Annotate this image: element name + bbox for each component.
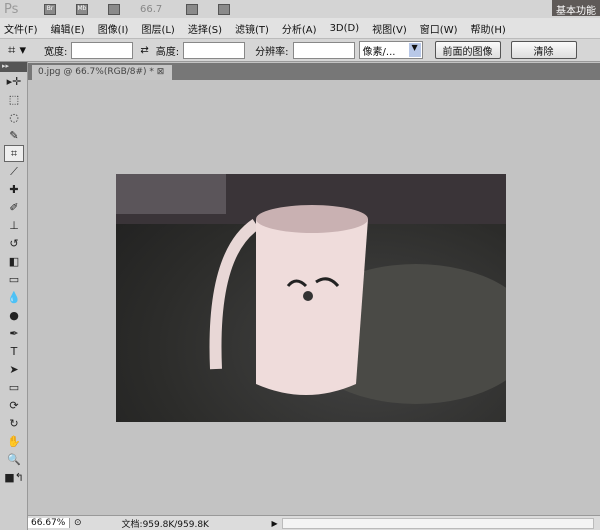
mug-body [256,219,368,395]
hand-tool-icon[interactable]: ✋ [4,433,24,450]
zoom-field[interactable]: 66.67% [28,518,70,528]
arrange-documents-icon[interactable] [186,3,199,15]
swap-icon[interactable]: ⇄ [140,45,148,56]
type-tool-icon[interactable]: T [4,343,24,360]
blur-tool-icon[interactable]: 💧 [4,289,24,306]
status-menu-arrow-icon[interactable]: ▶ [272,519,282,528]
height-input[interactable] [183,41,246,59]
width-input[interactable] [71,41,134,59]
document-image [116,174,506,422]
dodge-tool-icon[interactable]: ● [4,307,24,324]
mug-photo [116,174,506,404]
view-extras-icon[interactable] [108,3,120,15]
path-selection-tool-icon[interactable]: ➤ [4,361,24,378]
unit-value: 像素/... [362,46,396,58]
crop-tool-icon[interactable]: ⌗ [4,145,24,162]
zoom-tool-icon[interactable]: 🔍 [4,451,24,468]
photo-light-area [116,174,226,214]
ps-logo: Ps [4,1,19,17]
front-image-button[interactable]: 前面的图像 [434,41,501,59]
horizontal-scrollbar[interactable] [281,517,594,529]
healing-brush-tool-icon[interactable]: ✚ [4,181,24,198]
menu-help[interactable]: 帮助(H) [471,21,506,36]
crop-tool-preset-icon[interactable]: ⌗ ▾ [8,43,40,58]
resolution-label: 分辨率: [255,46,289,58]
document-tab-title: 0.jpg @ 66.7%(RGB/8#) * [38,67,154,77]
move-tool-icon[interactable]: ▸✛ [4,73,24,90]
3d-rotate-tool-icon[interactable]: ⟳ [4,397,24,414]
options-bar: ⌗ ▾ 宽度: ⇄ 高度: 分辨率: 像素/... ▼ 前面的图像 清除 [0,38,600,62]
3d-orbit-tool-icon[interactable]: ↻ [4,415,24,432]
resolution-input[interactable] [292,41,355,59]
tools-panel: ▸▸ ▸✛ ⬚ ◌ ✎ ⌗ ⟋ ✚ ✐ ⊥ ↺ ◧ ▭ 💧 ● ✒ T ➤ ▭ … [0,62,28,530]
zoom-level-dropdown[interactable]: 66.7 [140,4,162,15]
screen-mode-icon[interactable] [218,3,231,15]
height-label: 高度: [155,46,180,58]
color-swatches-icon[interactable]: ■↰ [4,469,24,486]
mug-pupil [303,291,313,301]
document-tab[interactable]: 0.jpg @ 66.7%(RGB/8#) * ⊠ [32,65,172,80]
resolution-unit-select[interactable]: 像素/... ▼ [358,41,423,59]
menu-filter[interactable]: 滤镜(T) [235,21,269,36]
width-label: 宽度: [44,46,68,58]
lasso-tool-icon[interactable]: ◌ [4,109,24,126]
quick-select-tool-icon[interactable]: ✎ [4,127,24,144]
brush-tool-icon[interactable]: ✐ [4,199,24,216]
status-icon: ⊙ [74,518,82,528]
pen-tool-icon[interactable]: ✒ [4,325,24,342]
document-tab-bar: 0.jpg @ 66.7%(RGB/8#) * ⊠ [28,63,600,80]
menu-analysis[interactable]: 分析(A) [282,21,317,36]
eyedropper-tool-icon[interactable]: ⟋ [4,163,24,180]
menu-select[interactable]: 选择(S) [188,21,222,36]
mini-bridge-icon[interactable]: Mb [76,3,88,15]
menu-layer[interactable]: 图层(L) [141,21,174,36]
gradient-tool-icon[interactable]: ▭ [4,271,24,288]
menu-bar: 文件(F) 编辑(E) 图像(I) 图层(L) 选择(S) 滤镜(T) 分析(A… [0,18,600,38]
menu-edit[interactable]: 编辑(E) [51,21,85,36]
menu-3d[interactable]: 3D(D) [330,23,360,34]
menu-window[interactable]: 窗口(W) [420,21,458,36]
chevron-down-icon: ▼ [408,43,421,57]
bridge-icon[interactable]: Br [44,3,56,15]
clear-button[interactable]: 清除 [510,41,577,59]
workspace-switcher[interactable]: 基本功能 [552,0,600,16]
shape-tool-icon[interactable]: ▭ [4,379,24,396]
panel-collapse-icon[interactable]: ▸▸ [0,62,27,72]
status-bar: 66.67% ⊙ 文档:959.8K/959.8K ▶ [28,515,600,530]
menu-view[interactable]: 视图(V) [372,21,407,36]
doc-size: 文档:959.8K/959.8K [121,519,209,530]
mug-rim [256,205,368,233]
menu-image[interactable]: 图像(I) [98,21,129,36]
app-bar: Ps Br Mb 66.7 基本功能 [0,0,600,18]
mug-handle [209,219,260,370]
menu-file[interactable]: 文件(F) [4,21,38,36]
eraser-tool-icon[interactable]: ◧ [4,253,24,270]
close-tab-icon[interactable]: ⊠ [157,67,165,77]
history-brush-tool-icon[interactable]: ↺ [4,235,24,252]
clone-stamp-tool-icon[interactable]: ⊥ [4,217,24,234]
marquee-tool-icon[interactable]: ⬚ [4,91,24,108]
